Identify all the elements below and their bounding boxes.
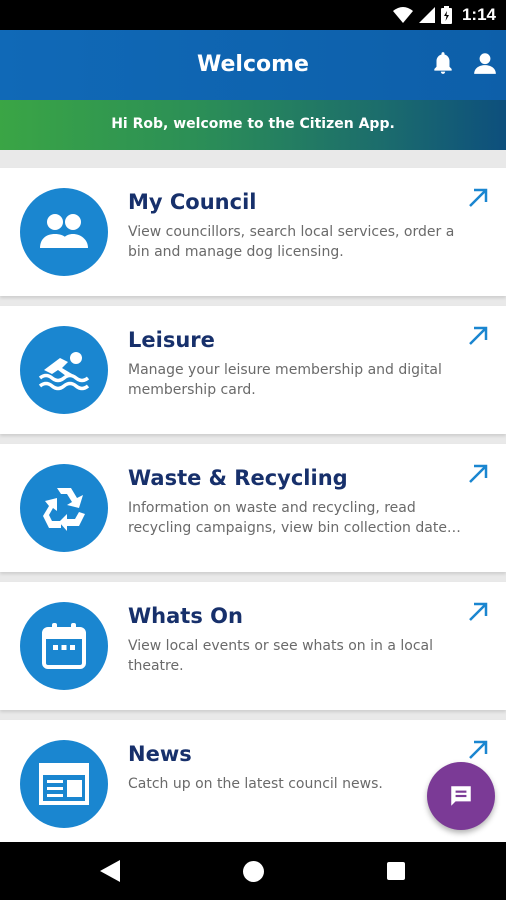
swimmer-icon [20, 326, 108, 414]
status-icons: 1:14 [392, 5, 496, 25]
card-description: Information on waste and recycling, read… [128, 500, 461, 536]
open-arrow-icon[interactable] [466, 462, 490, 486]
card-my-council[interactable]: My Council View councillors, search loca… [0, 168, 506, 296]
open-arrow-icon[interactable] [466, 324, 490, 348]
card-title: Leisure [128, 328, 215, 352]
card-waste-recycling[interactable]: Waste & Recycling Information on waste a… [0, 444, 506, 572]
card-whats-on[interactable]: Whats On View local events or see whats … [0, 582, 506, 710]
people-icon [20, 188, 108, 276]
recent-apps-icon[interactable] [387, 862, 405, 880]
open-arrow-icon[interactable] [466, 738, 490, 762]
system-nav-bar [0, 842, 506, 900]
calendar-icon [20, 602, 108, 690]
card-title: Whats On [128, 604, 243, 628]
card-title: My Council [128, 190, 257, 214]
card-leisure[interactable]: Leisure Manage your leisure membership a… [0, 306, 506, 434]
signal-icon [418, 7, 435, 23]
status-bar: 1:14 [0, 0, 506, 30]
wifi-icon [392, 7, 413, 23]
card-description: Manage your leisure membership and digit… [128, 362, 442, 398]
back-icon[interactable] [100, 860, 120, 882]
card-description: View councillors, search local services,… [128, 224, 455, 260]
card-description: Catch up on the latest council news. [128, 776, 383, 792]
newspaper-icon [20, 740, 108, 828]
card-title: Waste & Recycling [128, 466, 348, 490]
user-icon[interactable] [472, 50, 498, 76]
recycle-icon [20, 464, 108, 552]
open-arrow-icon[interactable] [466, 186, 490, 210]
status-time: 1:14 [461, 5, 496, 24]
welcome-text: Hi Rob, welcome to the Citizen App. [111, 116, 395, 132]
home-icon[interactable] [243, 861, 264, 882]
card-description: View local events or see whats on in a l… [128, 638, 433, 674]
card-title: News [128, 742, 192, 766]
welcome-banner: Hi Rob, welcome to the Citizen App. [0, 100, 506, 150]
open-arrow-icon[interactable] [466, 600, 490, 624]
chat-icon [451, 786, 471, 806]
battery-icon [440, 6, 452, 24]
chat-button[interactable] [427, 762, 495, 830]
bell-icon[interactable] [430, 50, 456, 76]
